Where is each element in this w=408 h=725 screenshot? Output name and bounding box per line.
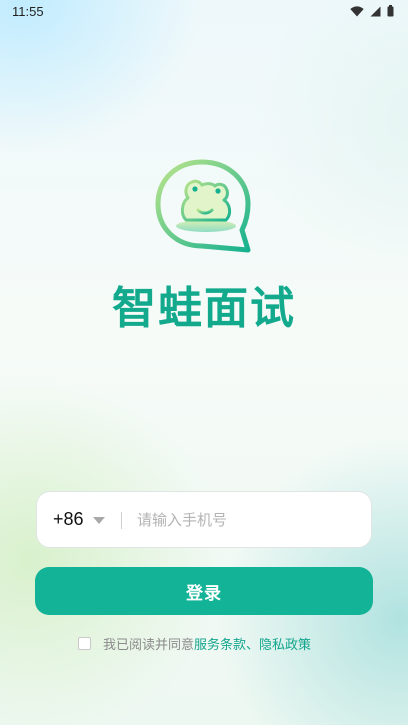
app-title: 智蛙面试	[112, 283, 296, 334]
battery-icon	[387, 5, 394, 17]
wifi-icon	[350, 5, 364, 17]
agreement-row: 我已阅读并同意 服务条款 、 隐私政策	[78, 634, 311, 653]
terms-link[interactable]: 服务条款	[194, 634, 246, 653]
status-bar: 11:55	[0, 0, 408, 24]
phone-input-box: +86	[36, 491, 372, 548]
privacy-link[interactable]: 隐私政策	[259, 634, 311, 653]
agreement-separator: 、	[246, 638, 260, 653]
status-icons	[350, 5, 394, 17]
agreement-text: 我已阅读并同意	[103, 638, 195, 653]
dropdown-caret-icon[interactable]	[93, 517, 105, 524]
input-divider	[121, 512, 122, 529]
signal-icon	[370, 6, 381, 17]
country-code-selector[interactable]: +86	[53, 509, 84, 530]
login-button[interactable]: 登录	[35, 567, 373, 615]
status-time: 11:55	[12, 4, 44, 19]
frog-chat-logo-icon	[154, 158, 254, 254]
phone-number-input[interactable]	[137, 506, 357, 534]
agreement-checkbox[interactable]	[78, 637, 91, 650]
